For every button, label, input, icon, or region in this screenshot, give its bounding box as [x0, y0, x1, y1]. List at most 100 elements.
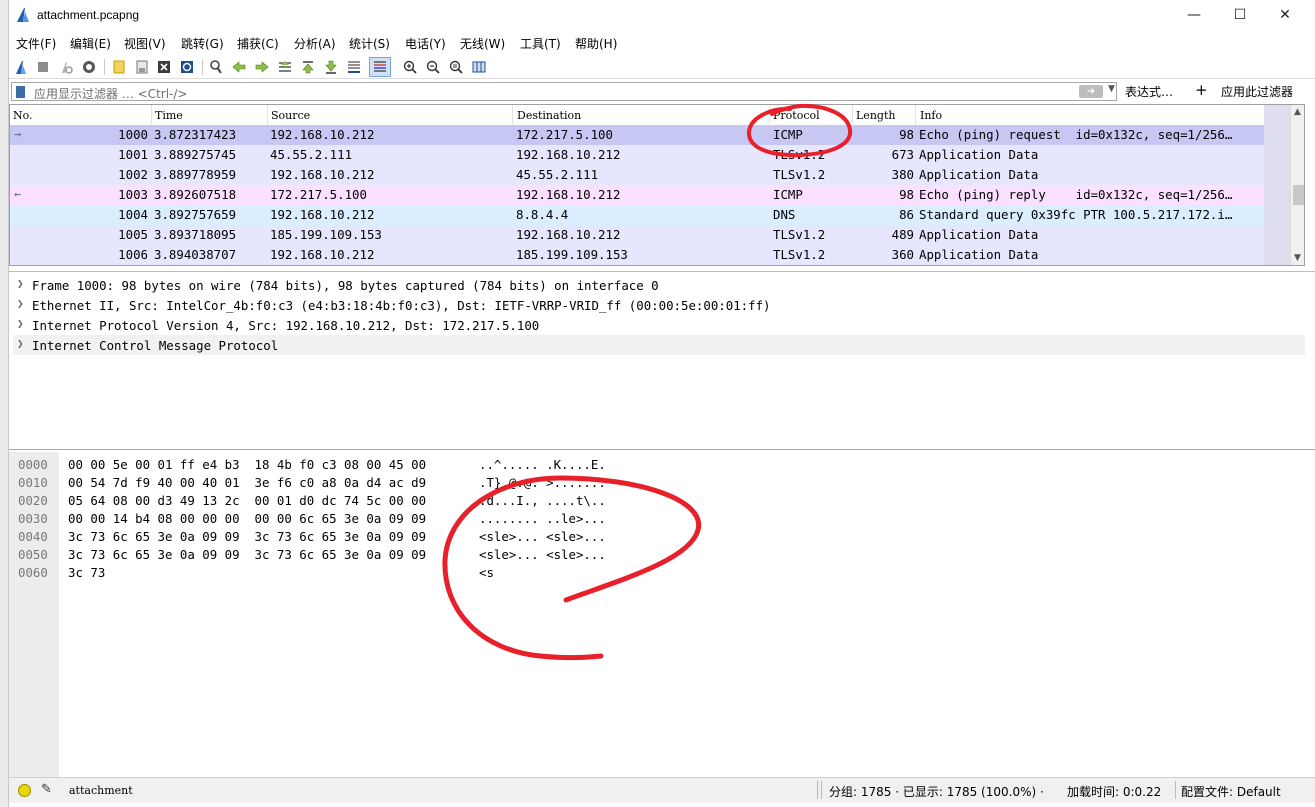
cell-length: 673 — [891, 147, 914, 162]
packet-list-scrollbar[interactable]: ▲ ▼ — [1290, 105, 1304, 265]
table-row[interactable]: 1006 3.894038707 192.168.10.212 185.199.109… — [10, 245, 1264, 265]
menu-tools[interactable]: 工具(T) — [520, 35, 561, 52]
cell-length: 98 — [899, 127, 914, 142]
close-button[interactable]: ✕ — [1262, 0, 1308, 32]
expand-arrow-icon[interactable]: ❯ — [17, 337, 24, 350]
byte-hex: 3c 73 — [68, 565, 106, 580]
expression-button[interactable]: 表达式… — [1125, 83, 1173, 100]
bookmark-icon[interactable] — [16, 86, 25, 98]
byte-hex: 05 64 08 00 d3 49 13 2c 00 01 d0 dc 74 5… — [68, 493, 427, 508]
detail-icmp[interactable]: ❯ Internet Control Message Protocol — [13, 335, 1305, 355]
zoom-out-icon[interactable] — [424, 58, 442, 76]
cell-info: Standard query 0x39fc PTR 100.5.217.172.… — [919, 207, 1233, 222]
byte-hex: 00 00 5e 00 01 ff e4 b3 18 4b f0 c3 08 0… — [68, 457, 427, 472]
cell-protocol: TLSv1.2 — [773, 247, 826, 262]
byte-row[interactable]: 0050 3c 73 6c 65 3e 0a 09 09 3c 73 6c 65 … — [9, 545, 1309, 563]
cell-no: 1004 — [118, 207, 148, 222]
byte-offset: 0040 — [18, 529, 48, 544]
byte-hex: 3c 73 6c 65 3e 0a 09 09 3c 73 6c 65 3e 0… — [68, 529, 427, 544]
expand-arrow-icon[interactable]: ❯ — [17, 297, 24, 310]
cell-no: 1000 — [118, 127, 148, 142]
detail-ethernet[interactable]: ❯ Ethernet II, Src: IntelCor_4b:f0:c3 (e4… — [13, 295, 1305, 315]
expand-arrow-icon[interactable]: ❯ — [17, 277, 24, 290]
capture-comment-icon[interactable]: ✎ — [41, 782, 52, 797]
cell-info: Application Data — [919, 147, 1039, 162]
cell-protocol: ICMP — [773, 187, 803, 202]
zoom-in-icon[interactable] — [401, 58, 419, 76]
close-file-icon[interactable] — [155, 58, 173, 76]
save-file-icon[interactable] — [133, 58, 151, 76]
cell-destination: 185.199.109.153 — [516, 247, 628, 262]
byte-row[interactable]: 0040 3c 73 6c 65 3e 0a 09 09 3c 73 6c 65 … — [9, 527, 1309, 545]
go-back-icon[interactable] — [230, 58, 248, 76]
menu-capture[interactable]: 捕获(C) — [237, 35, 279, 52]
find-packet-icon[interactable] — [207, 58, 225, 76]
menu-help[interactable]: 帮助(H) — [575, 35, 617, 52]
packet-list-header: No. Time Source Destination Protocol Len… — [10, 105, 1265, 124]
menu-file[interactable]: 文件(F) — [16, 35, 56, 52]
profile-selector[interactable]: 配置文件: Default — [1181, 783, 1281, 800]
table-row[interactable]: → 1000 3.872317423 192.168.10.212 172.217.5.… — [10, 125, 1264, 145]
apply-arrow-icon[interactable]: ➜ — [1079, 85, 1103, 98]
menu-telephony[interactable]: 电话(Y) — [405, 35, 446, 52]
menu-go[interactable]: 跳转(G) — [181, 35, 224, 52]
add-filter-button[interactable]: + — [1195, 81, 1208, 99]
menu-wireless[interactable]: 无线(W) — [460, 35, 505, 52]
byte-row[interactable]: 0020 05 64 08 00 d3 49 13 2c 00 01 d0 dc … — [9, 491, 1309, 509]
col-destination[interactable]: Destination — [517, 109, 581, 122]
restart-capture-icon[interactable] — [57, 58, 75, 76]
expand-arrow-icon[interactable]: ❯ — [17, 317, 24, 330]
stop-capture-icon[interactable] — [34, 58, 52, 76]
table-row[interactable]: 1005 3.893718095 185.199.109.153 192.168.10… — [10, 225, 1264, 245]
start-capture-icon[interactable] — [12, 58, 30, 76]
menu-view[interactable]: 视图(V) — [124, 35, 166, 52]
apply-filter-button[interactable]: 应用此过滤器 — [1221, 83, 1293, 100]
menu-edit[interactable]: 编辑(E) — [70, 35, 111, 52]
window-title: attachment.pcapng — [37, 8, 140, 22]
byte-ascii: <s — [479, 565, 494, 580]
detail-frame[interactable]: ❯ Frame 1000: 98 bytes on wire (784 bits)… — [13, 275, 1305, 295]
go-first-packet-icon[interactable] — [299, 58, 317, 76]
table-row[interactable]: 1001 3.889275745 45.55.2.111 192.168.10.212… — [10, 145, 1264, 165]
table-row[interactable]: 1002 3.889778959 192.168.10.212 45.55.2.111… — [10, 165, 1264, 185]
cell-destination: 192.168.10.212 — [516, 227, 621, 242]
cell-length: 86 — [899, 207, 914, 222]
maximize-button[interactable]: ☐ — [1217, 0, 1263, 32]
chevron-down-icon[interactable]: ▼ — [1108, 84, 1115, 94]
menu-statistics[interactable]: 统计(S) — [349, 35, 390, 52]
col-protocol[interactable]: Protocol — [773, 109, 820, 122]
col-length[interactable]: Length — [856, 109, 895, 122]
col-info[interactable]: Info — [920, 109, 942, 122]
byte-row[interactable]: 0030 00 00 14 b4 08 00 00 00 00 00 6c 65 … — [9, 509, 1309, 527]
cell-info: Echo (ping) reply id=0x132c, seq=1/256… — [919, 187, 1233, 202]
col-source[interactable]: Source — [271, 109, 310, 122]
open-file-icon[interactable] — [110, 58, 128, 76]
table-row[interactable]: ← 1003 3.892607518 172.217.5.100 192.168.10.… — [10, 185, 1264, 205]
resize-columns-icon[interactable] — [470, 58, 488, 76]
cell-source: 185.199.109.153 — [270, 227, 382, 242]
cell-length: 489 — [891, 227, 914, 242]
reload-file-icon[interactable] — [178, 58, 196, 76]
byte-row[interactable]: 0010 00 54 7d f9 40 00 40 01 3e f6 c0 a8 … — [9, 473, 1309, 491]
go-last-packet-icon[interactable] — [322, 58, 340, 76]
capture-options-icon[interactable] — [80, 58, 98, 76]
byte-hex: 00 54 7d f9 40 00 40 01 3e f6 c0 a8 0a d… — [68, 475, 427, 490]
title-bar: attachment.pcapng — ☐ ✕ — [9, 0, 1315, 32]
zoom-normal-icon[interactable] — [447, 58, 465, 76]
detail-ipv4[interactable]: ❯ Internet Protocol Version 4, Src: 192.1… — [13, 315, 1305, 335]
colorize-packet-list-icon[interactable] — [369, 57, 391, 77]
go-to-packet-icon[interactable] — [276, 58, 294, 76]
minimize-button[interactable]: — — [1171, 0, 1217, 32]
menu-analyze[interactable]: 分析(A) — [294, 35, 336, 52]
col-no[interactable]: No. — [13, 109, 33, 122]
go-forward-icon[interactable] — [253, 58, 271, 76]
auto-scroll-icon[interactable] — [345, 58, 363, 76]
expert-info-icon[interactable] — [18, 784, 31, 797]
scrollbar-thumb[interactable] — [1293, 185, 1304, 205]
col-time[interactable]: Time — [155, 109, 183, 122]
main-toolbar — [9, 55, 1315, 79]
table-row[interactable]: 1004 3.892757659 192.168.10.212 8.8.4.4 DNS 8… — [10, 205, 1264, 225]
byte-row[interactable]: 0000 00 00 5e 00 01 ff e4 b3 18 4b f0 c3 … — [9, 455, 1309, 473]
byte-row[interactable]: 0060 3c 73 <s — [9, 563, 1309, 581]
display-filter-input[interactable]: 应用显示过滤器 … <Ctrl-/> ➜ ▼ — [11, 82, 1117, 101]
